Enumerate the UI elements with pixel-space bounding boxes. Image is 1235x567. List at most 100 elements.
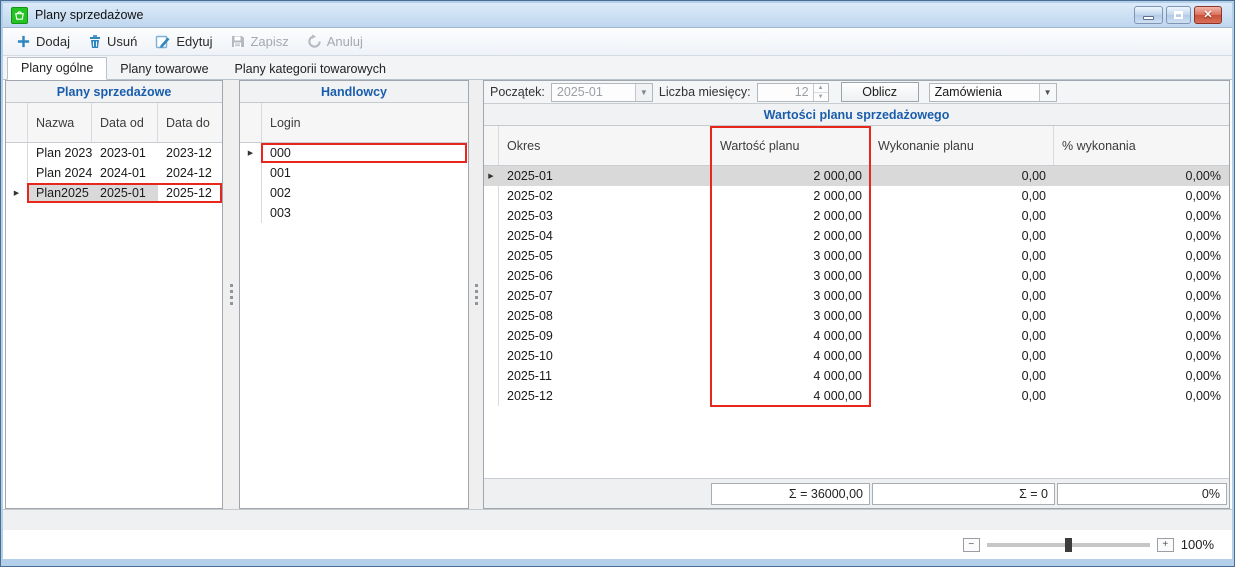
plan-value-cell[interactable]: 2 000,00 <box>712 206 870 226</box>
plan-name-cell[interactable]: Plan 2024 <box>28 163 92 183</box>
plan-value-cell[interactable]: 4 000,00 <box>712 346 870 366</box>
splitter-handle[interactable] <box>223 80 239 509</box>
tab-plany-towarowe[interactable]: Plany towarowe <box>107 59 221 80</box>
column-header-data-do[interactable]: Data do <box>158 103 222 142</box>
plan-row[interactable]: Plan 2024 2024-01 2024-12 <box>6 163 222 183</box>
zoom-in-button[interactable]: + <box>1157 538 1174 552</box>
plan-value-cell[interactable]: 3 000,00 <box>712 266 870 286</box>
column-header-procent-wykonania[interactable]: % wykonania <box>1054 126 1229 165</box>
plan-value-cell[interactable]: 4 000,00 <box>712 386 870 406</box>
period-cell[interactable]: 2025-12 <box>499 386 712 406</box>
plan-value-cell[interactable]: 2 000,00 <box>712 166 870 186</box>
percent-cell[interactable]: 0,00% <box>1054 206 1229 226</box>
execution-cell[interactable]: 0,00 <box>870 266 1054 286</box>
execution-cell[interactable]: 0,00 <box>870 366 1054 386</box>
plan-value-cell[interactable]: 3 000,00 <box>712 286 870 306</box>
plan-value-row[interactable]: 2025-12 4 000,00 0,00 0,00% <box>484 386 1229 406</box>
percent-cell[interactable]: 0,00% <box>1054 386 1229 406</box>
percent-cell[interactable]: 0,00% <box>1054 186 1229 206</box>
execution-cell[interactable]: 0,00 <box>870 386 1054 406</box>
percent-cell[interactable]: 0,00% <box>1054 366 1229 386</box>
tab-plany-kategorii[interactable]: Plany kategorii towarowych <box>222 59 399 80</box>
zoom-slider-handle[interactable] <box>1065 538 1072 552</box>
plan-value-row[interactable]: 2025-02 2 000,00 0,00 0,00% <box>484 186 1229 206</box>
execution-cell[interactable]: 0,00 <box>870 286 1054 306</box>
calculate-button[interactable]: Oblicz <box>841 82 919 102</box>
plan-value-row[interactable]: 2025-07 3 000,00 0,00 0,00% <box>484 286 1229 306</box>
plan-value-row[interactable]: 2025-11 4 000,00 0,00 0,00% <box>484 366 1229 386</box>
delete-button[interactable]: Usuń <box>81 31 144 52</box>
period-cell[interactable]: 2025-09 <box>499 326 712 346</box>
period-cell[interactable]: 2025-05 <box>499 246 712 266</box>
period-cell[interactable]: 2025-10 <box>499 346 712 366</box>
salesman-row[interactable]: 003 <box>240 203 468 223</box>
plan-value-row[interactable]: 2025-06 3 000,00 0,00 0,00% <box>484 266 1229 286</box>
add-button[interactable]: Dodaj <box>9 31 77 52</box>
tab-plany-ogolne[interactable]: Plany ogólne <box>7 57 107 80</box>
execution-cell[interactable]: 0,00 <box>870 186 1054 206</box>
period-cell[interactable]: 2025-06 <box>499 266 712 286</box>
plan-value-cell[interactable]: 4 000,00 <box>712 366 870 386</box>
login-cell[interactable]: 002 <box>262 183 468 203</box>
login-cell[interactable]: 003 <box>262 203 468 223</box>
plan-from-cell[interactable]: 2023-01 <box>92 143 158 163</box>
plan-value-cell[interactable]: 4 000,00 <box>712 326 870 346</box>
percent-cell[interactable]: 0,00% <box>1054 166 1229 186</box>
splitter-handle[interactable] <box>469 80 483 509</box>
percent-cell[interactable]: 0,00% <box>1054 326 1229 346</box>
period-cell[interactable]: 2025-08 <box>499 306 712 326</box>
login-cell[interactable]: 000 <box>262 143 468 163</box>
execution-cell[interactable]: 0,00 <box>870 306 1054 326</box>
plan-value-cell[interactable]: 3 000,00 <box>712 306 870 326</box>
column-header-okres[interactable]: Okres <box>499 126 712 165</box>
plan-to-cell[interactable]: 2024-12 <box>158 163 222 183</box>
edit-button[interactable]: Edytuj <box>148 31 219 52</box>
column-header-login[interactable]: Login <box>262 103 468 142</box>
salesman-row-selected[interactable]: ▶ 000 <box>240 143 468 163</box>
plan-name-cell[interactable]: Plan2025 <box>28 183 92 203</box>
percent-cell[interactable]: 0,00% <box>1054 306 1229 326</box>
maximize-button[interactable] <box>1166 6 1191 24</box>
zoom-out-button[interactable]: − <box>963 538 980 552</box>
column-header-data-od[interactable]: Data od <box>92 103 158 142</box>
execution-cell[interactable]: 0,00 <box>870 246 1054 266</box>
plan-row[interactable]: Plan 2023 2023-01 2023-12 <box>6 143 222 163</box>
execution-cell[interactable]: 0,00 <box>870 346 1054 366</box>
plan-value-row[interactable]: 2025-04 2 000,00 0,00 0,00% <box>484 226 1229 246</box>
source-select[interactable]: Zamówienia ▼ <box>929 83 1057 102</box>
plan-row-selected[interactable]: ▶ Plan2025 2025-01 2025-12 <box>6 183 222 203</box>
percent-cell[interactable]: 0,00% <box>1054 286 1229 306</box>
period-cell[interactable]: 2025-01 <box>499 166 712 186</box>
column-header-wartosc-planu[interactable]: Wartość planu <box>712 126 870 165</box>
percent-cell[interactable]: 0,00% <box>1054 346 1229 366</box>
column-header-nazwa[interactable]: Nazwa <box>28 103 92 142</box>
zoom-slider[interactable] <box>987 543 1150 547</box>
plan-from-cell[interactable]: 2025-01 <box>92 183 158 203</box>
period-cell[interactable]: 2025-11 <box>499 366 712 386</box>
login-cell[interactable]: 001 <box>262 163 468 183</box>
execution-cell[interactable]: 0,00 <box>870 226 1054 246</box>
plan-value-row[interactable]: 2025-10 4 000,00 0,00 0,00% <box>484 346 1229 366</box>
period-cell[interactable]: 2025-02 <box>499 186 712 206</box>
execution-cell[interactable]: 0,00 <box>870 326 1054 346</box>
plan-name-cell[interactable]: Plan 2023 <box>28 143 92 163</box>
plan-value-cell[interactable]: 2 000,00 <box>712 226 870 246</box>
period-cell[interactable]: 2025-04 <box>499 226 712 246</box>
salesman-row[interactable]: 002 <box>240 183 468 203</box>
percent-cell[interactable]: 0,00% <box>1054 226 1229 246</box>
plan-to-cell[interactable]: 2023-12 <box>158 143 222 163</box>
column-header-wykonanie-planu[interactable]: Wykonanie planu <box>870 126 1054 165</box>
period-cell[interactable]: 2025-07 <box>499 286 712 306</box>
percent-cell[interactable]: 0,00% <box>1054 246 1229 266</box>
plan-to-cell[interactable]: 2025-12 <box>158 183 222 203</box>
plan-value-cell[interactable]: 3 000,00 <box>712 246 870 266</box>
minimize-button[interactable] <box>1134 6 1163 24</box>
execution-cell[interactable]: 0,00 <box>870 206 1054 226</box>
percent-cell[interactable]: 0,00% <box>1054 266 1229 286</box>
plan-value-row[interactable]: 2025-03 2 000,00 0,00 0,00% <box>484 206 1229 226</box>
plan-from-cell[interactable]: 2024-01 <box>92 163 158 183</box>
salesman-row[interactable]: 001 <box>240 163 468 183</box>
plan-value-row[interactable]: 2025-08 3 000,00 0,00 0,00% <box>484 306 1229 326</box>
execution-cell[interactable]: 0,00 <box>870 166 1054 186</box>
close-button[interactable]: ✕ <box>1194 6 1222 24</box>
